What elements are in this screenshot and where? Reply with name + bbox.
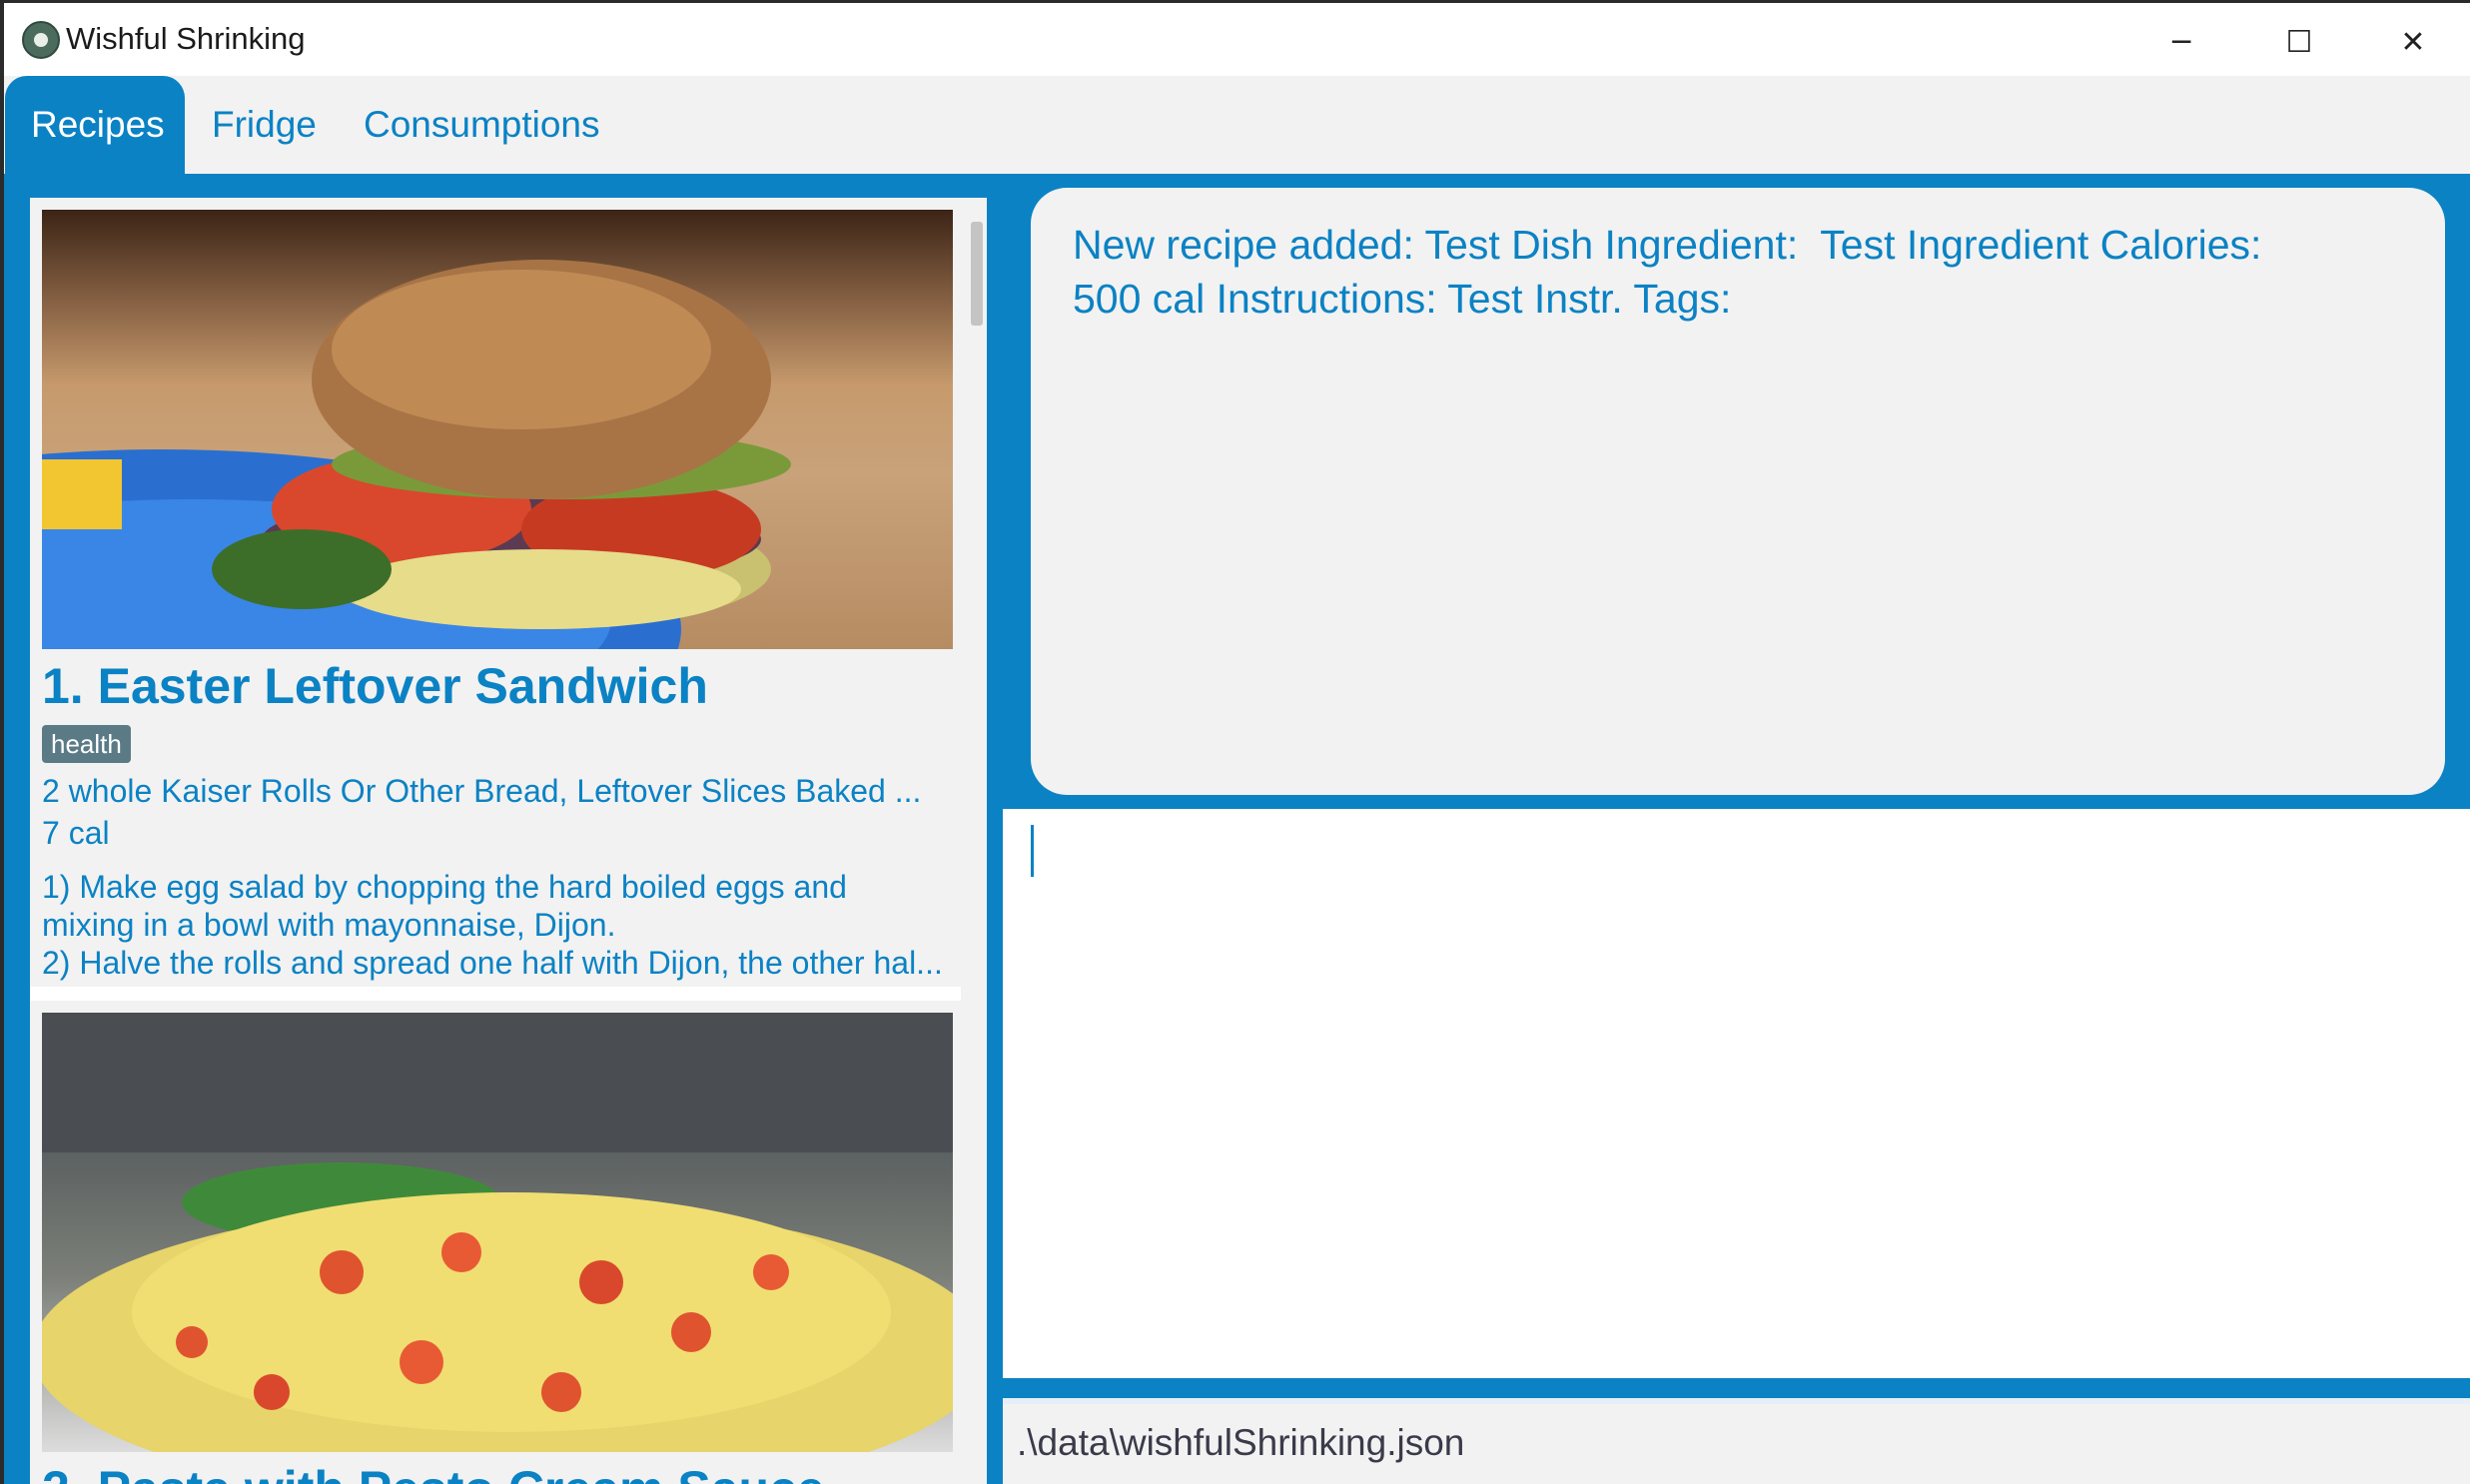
tab-recipes[interactable]: Recipes [5, 76, 185, 174]
recipe-image [42, 210, 953, 649]
maximize-button[interactable]: ☐ [2244, 11, 2354, 73]
window-title: Wishful Shrinking [66, 21, 306, 56]
text-caret [1031, 825, 1034, 877]
recipe-list-scrollbar[interactable] [965, 222, 987, 1484]
recipe-title: 1. Easter Leftover Sandwich [42, 658, 708, 714]
status-bar: .\data\wishfulShrinking.json [1003, 1404, 2470, 1484]
recipe-list[interactable]: 1. Easter Leftover Sandwich health 2 who… [30, 198, 987, 1484]
title-bar: Wishful Shrinking ─ ☐ ✕ [4, 0, 2470, 76]
command-input[interactable] [1003, 809, 2470, 1378]
recipe-tag: health [42, 725, 131, 763]
main-area: 1. Easter Leftover Sandwich health 2 who… [4, 174, 2470, 1484]
recipe-calories: 7 cal [42, 815, 110, 851]
tab-bar: Recipes Fridge Consumptions [4, 76, 2470, 174]
save-file-path: .\data\wishfulShrinking.json [1017, 1422, 1465, 1463]
app-window: Wishful Shrinking ─ ☐ ✕ Recipes Fridge C… [0, 0, 2470, 1484]
recipe-ingredients: 2 whole Kaiser Rolls Or Other Bread, Lef… [42, 773, 922, 809]
card-separator [30, 987, 961, 1001]
result-message: New recipe added: Test Dish Ingredient: … [1073, 222, 2262, 322]
recipe-card[interactable]: 2. Pasta with Pesto Cream Sauce [30, 1001, 961, 1484]
tab-fridge[interactable]: Fridge [186, 76, 343, 174]
minimize-button[interactable]: ─ [2126, 11, 2236, 73]
recipe-instruction-line: 1) Make egg salad by chopping the hard b… [42, 869, 847, 905]
recipe-card[interactable]: 1. Easter Leftover Sandwich health 2 who… [30, 198, 961, 987]
recipe-instruction-line: mixing in a bowl with mayonnaise, Dijon. [42, 907, 616, 943]
recipe-instruction-line: 2) Halve the rolls and spread one half w… [42, 945, 943, 981]
close-button[interactable]: ✕ [2358, 11, 2468, 73]
scrollbar-thumb[interactable] [971, 222, 983, 326]
result-display: New recipe added: Test Dish Ingredient: … [1031, 188, 2445, 795]
recipe-title: 2. Pasta with Pesto Cream Sauce [42, 1460, 825, 1484]
app-logo-icon [22, 21, 60, 59]
tab-consumptions[interactable]: Consumptions [338, 76, 626, 174]
recipe-image [42, 1013, 953, 1452]
